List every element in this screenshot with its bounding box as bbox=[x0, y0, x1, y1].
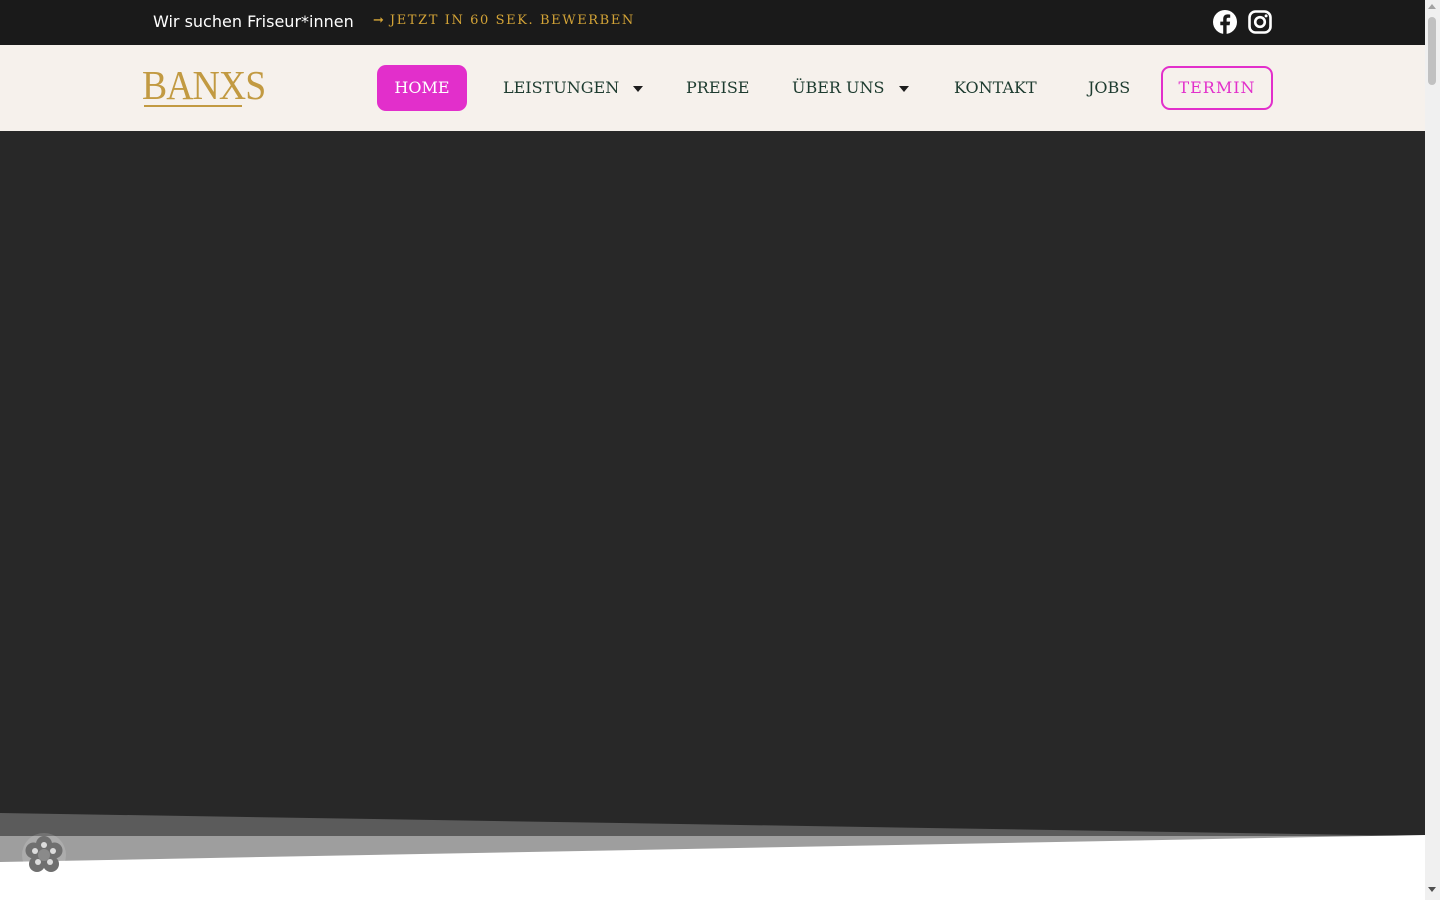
caret-down-icon bbox=[898, 85, 909, 92]
cookie-settings-button[interactable] bbox=[20, 831, 68, 879]
hero-bottom-divider bbox=[0, 813, 1425, 870]
scroll-up-arrow-icon[interactable] bbox=[1428, 4, 1436, 9]
apply-now-link[interactable]: ➞ JETZT IN 60 SEK. BEWERBEN bbox=[373, 12, 635, 30]
nav-kontakt[interactable]: KONTAKT bbox=[954, 65, 1037, 111]
termin-button[interactable]: TERMIN bbox=[1161, 66, 1273, 110]
hiring-text: Wir suchen Friseur*innen bbox=[153, 12, 354, 31]
cookie-settings-icon bbox=[22, 833, 66, 877]
scroll-down-arrow-icon[interactable] bbox=[1428, 887, 1436, 892]
nav-ueber-uns[interactable]: ÜBER UNS bbox=[792, 65, 909, 111]
facebook-link[interactable] bbox=[1212, 9, 1238, 35]
facebook-icon bbox=[1213, 10, 1237, 35]
page-viewport: Wir suchen Friseur*innen ➞ JETZT IN 60 SE… bbox=[0, 0, 1425, 900]
logo-underline bbox=[144, 105, 242, 107]
site-header: BANXS HOME LEISTUNGEN PREISE ÜBER UNS KO… bbox=[0, 45, 1425, 131]
top-announcement-bar: Wir suchen Friseur*innen ➞ JETZT IN 60 SE… bbox=[0, 0, 1425, 45]
nav-ueber-uns-label: ÜBER UNS bbox=[792, 78, 885, 97]
apply-now-label: JETZT IN 60 SEK. BEWERBEN bbox=[389, 13, 635, 28]
instagram-link[interactable] bbox=[1247, 9, 1273, 35]
nav-leistungen[interactable]: LEISTUNGEN bbox=[503, 65, 644, 111]
scrollbar-thumb[interactable] bbox=[1428, 17, 1436, 85]
vertical-scrollbar[interactable] bbox=[1425, 0, 1440, 900]
banxs-logo[interactable]: BANXS bbox=[142, 65, 266, 106]
instagram-icon bbox=[1248, 10, 1272, 34]
arrow-right-icon: ➞ bbox=[373, 13, 384, 28]
nav-jobs[interactable]: JOBS bbox=[1088, 65, 1130, 111]
nav-preise[interactable]: PREISE bbox=[686, 65, 749, 111]
caret-down-icon bbox=[633, 85, 644, 92]
hero-section bbox=[0, 131, 1425, 836]
nav-leistungen-label: LEISTUNGEN bbox=[503, 78, 620, 97]
nav-home[interactable]: HOME bbox=[377, 65, 467, 111]
